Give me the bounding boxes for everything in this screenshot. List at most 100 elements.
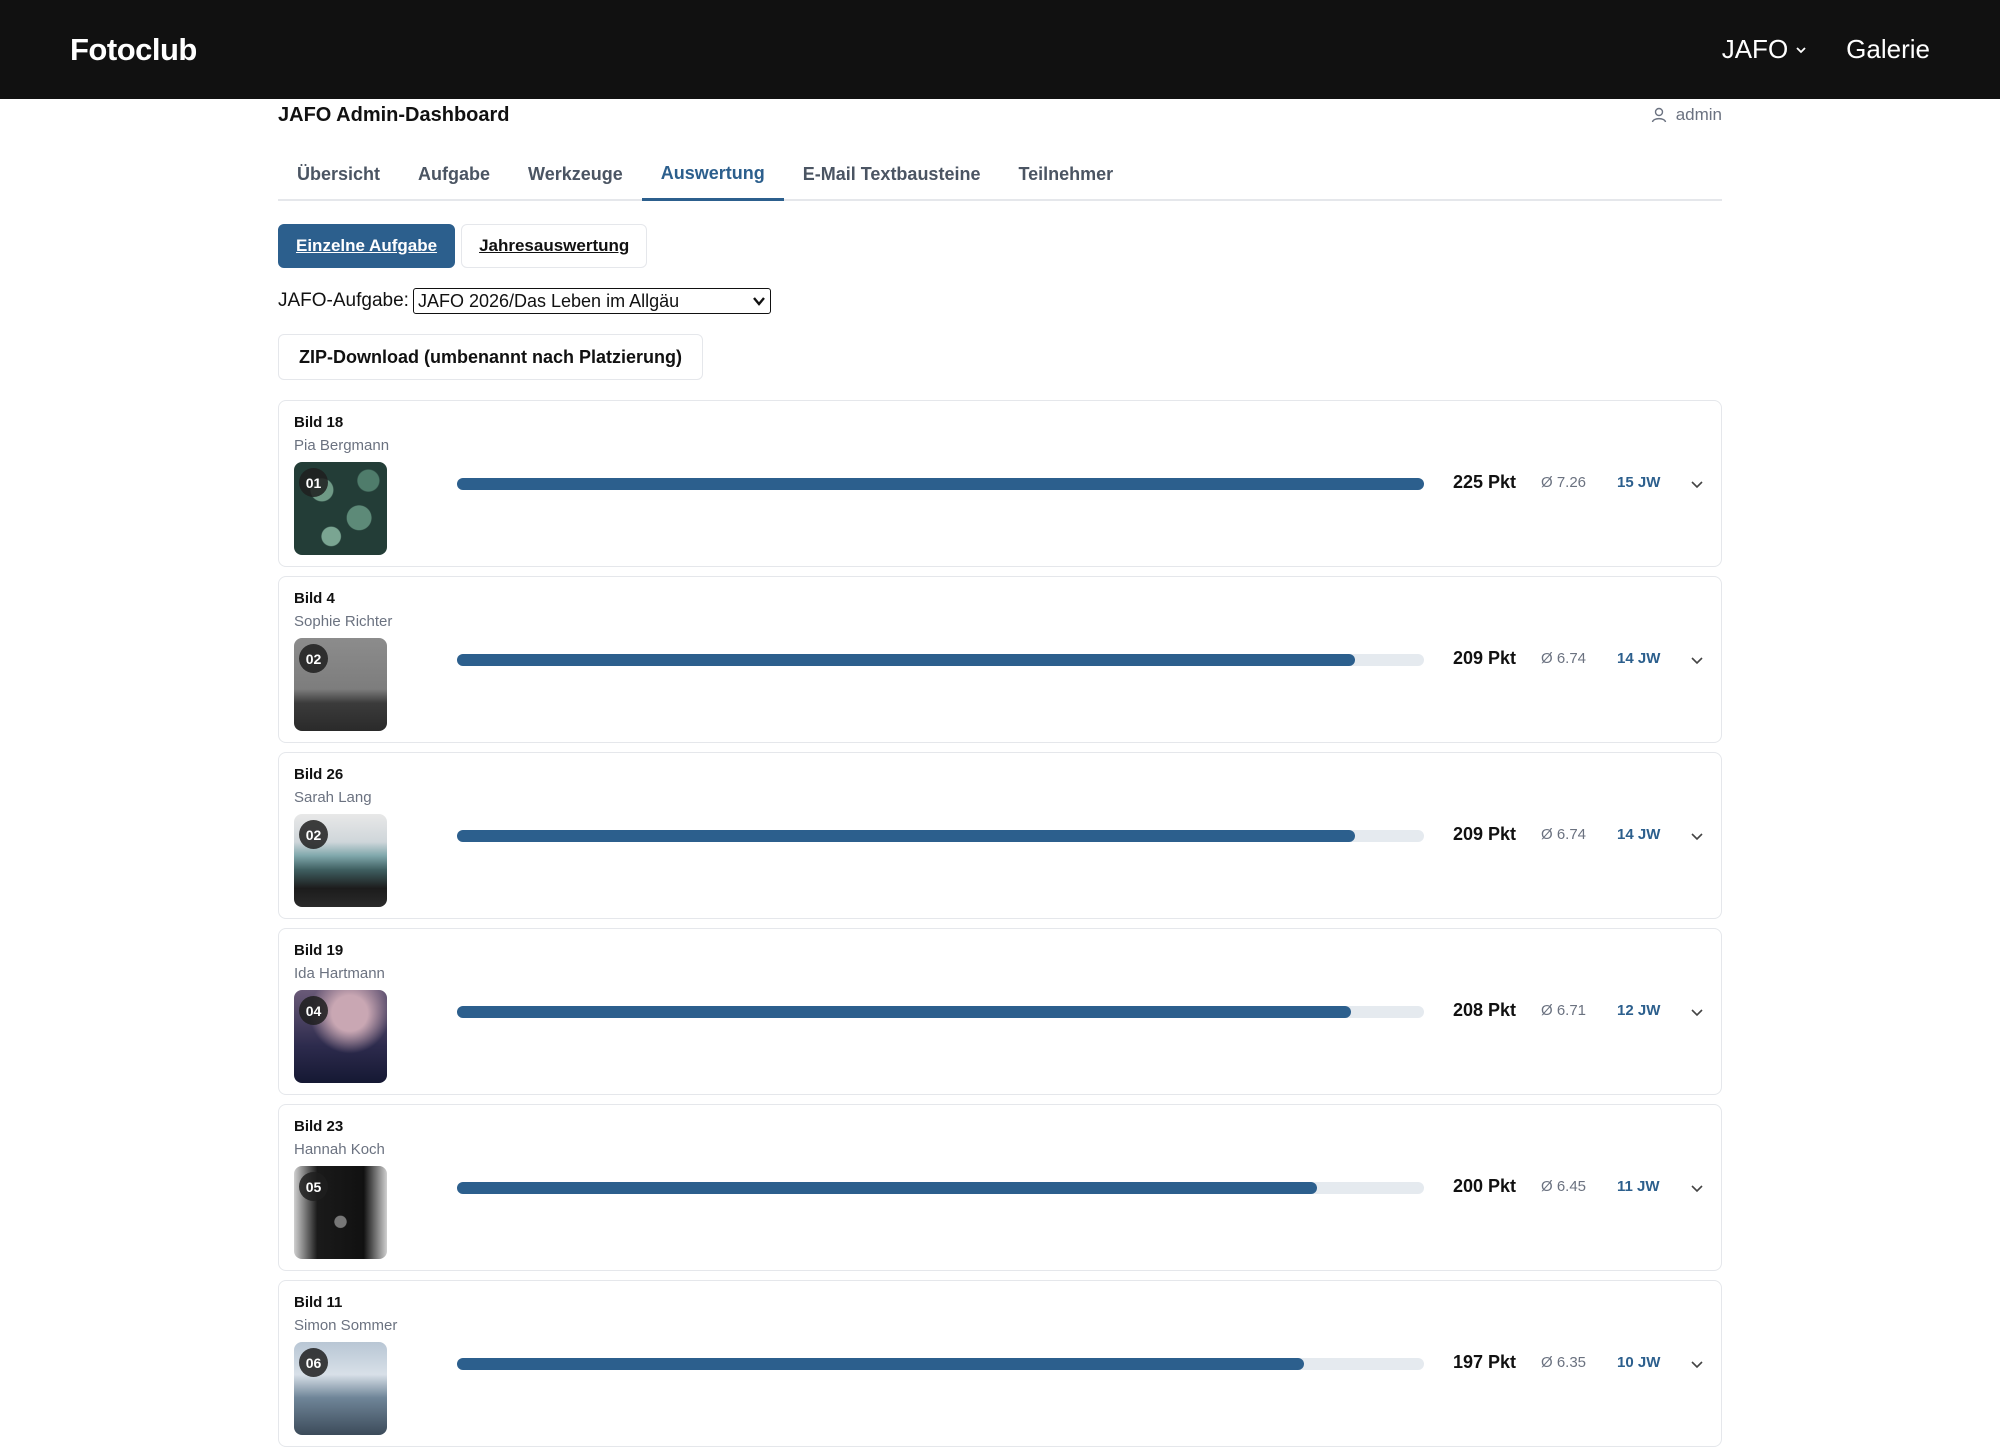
entry-author: Simon Sommer — [294, 1317, 398, 1334]
average-score: Ø 6.74 — [1541, 650, 1587, 667]
task-select-value: JAFO 2026/Das Leben im Allgäu — [417, 290, 680, 311]
average-score: Ø 6.74 — [1541, 826, 1587, 843]
jury-votes: 14 JW — [1617, 826, 1661, 843]
entry-title: Bild 19 — [294, 942, 344, 959]
jury-votes: 10 JW — [1617, 1354, 1661, 1371]
chevron-down-icon — [1691, 833, 1703, 841]
ranking-list: Bild 18 Pia Bergmann 01 225 Pkt Ø 7.26 1… — [278, 400, 1722, 1447]
photo-thumbnail[interactable]: 01 — [294, 462, 387, 555]
task-selector-row: JAFO-Aufgabe: JAFO 2026/Das Leben im All… — [278, 288, 1722, 314]
score-bar — [457, 1182, 1424, 1194]
entry-title: Bild 26 — [294, 766, 344, 783]
score-points: 208 Pkt — [1453, 1000, 1517, 1020]
chevron-down-icon — [753, 297, 765, 306]
score-bar-fill — [457, 478, 1424, 490]
jury-votes: 11 JW — [1617, 1178, 1660, 1195]
user-name: admin — [1675, 105, 1722, 124]
score-points: 225 Pkt — [1453, 472, 1517, 492]
score-points: 209 Pkt — [1453, 648, 1517, 668]
score-bar-fill — [457, 654, 1356, 666]
score-bar-fill — [457, 1182, 1317, 1194]
dashboard-tabs: Übersicht Aufgabe Werkzeuge Auswertung E… — [278, 149, 1722, 201]
score-bar — [457, 1006, 1424, 1018]
rank-badge: 04 — [299, 996, 328, 1025]
score-bar — [457, 478, 1424, 490]
ranking-entry: Bild 11 Simon Sommer 06 197 Pkt Ø 6.35 1… — [278, 1280, 1722, 1447]
ranking-entry: Bild 26 Sarah Lang 02 209 Pkt Ø 6.74 14 … — [278, 752, 1722, 919]
dashboard-header: JAFO Admin-Dashboard admin — [278, 101, 1722, 129]
nav-galerie[interactable]: Galerie — [1846, 34, 1930, 65]
average-score: Ø 7.26 — [1541, 474, 1587, 491]
main-content: JAFO Admin-Dashboard admin Übersicht Auf… — [278, 99, 1722, 1447]
chevron-down-icon — [1691, 657, 1703, 665]
tab-teilnehmer[interactable]: Teilnehmer — [999, 149, 1132, 199]
task-select[interactable]: JAFO 2026/Das Leben im Allgäu — [412, 288, 771, 314]
tab-uebersicht[interactable]: Übersicht — [278, 149, 399, 199]
expand-toggle[interactable] — [1685, 1000, 1709, 1024]
zip-download-button[interactable]: ZIP-Download (umbenannt nach Platzierung… — [278, 334, 704, 380]
expand-toggle[interactable] — [1685, 648, 1709, 672]
expand-toggle[interactable] — [1685, 1352, 1709, 1376]
user-indicator[interactable]: admin — [1650, 105, 1722, 125]
entry-author: Pia Bergmann — [294, 437, 390, 454]
expand-toggle[interactable] — [1685, 472, 1709, 496]
rank-badge: 06 — [299, 1348, 328, 1377]
rank-badge: 01 — [299, 468, 328, 497]
rank-badge: 02 — [299, 820, 328, 849]
average-score: Ø 6.35 — [1541, 1354, 1587, 1371]
entry-author: Sarah Lang — [294, 789, 372, 806]
photo-thumbnail[interactable]: 02 — [294, 638, 387, 731]
score-points: 209 Pkt — [1453, 824, 1517, 844]
score-bar — [457, 1358, 1424, 1370]
entry-author: Ida Hartmann — [294, 965, 385, 982]
entry-title: Bild 4 — [294, 590, 335, 607]
chevron-down-icon — [1691, 481, 1703, 489]
score-bar — [457, 830, 1424, 842]
jury-votes: 14 JW — [1617, 650, 1661, 667]
subtab-jahresauswertung[interactable]: Jahresauswertung — [461, 224, 648, 268]
rank-badge: 05 — [299, 1172, 328, 1201]
score-bar-fill — [457, 830, 1356, 842]
score-points: 197 Pkt — [1453, 1352, 1517, 1372]
photo-thumbnail[interactable]: 04 — [294, 990, 387, 1083]
average-score: Ø 6.71 — [1541, 1002, 1587, 1019]
tab-auswertung[interactable]: Auswertung — [641, 149, 784, 201]
entry-title: Bild 11 — [294, 1294, 343, 1311]
tab-werkzeuge[interactable]: Werkzeuge — [509, 149, 642, 199]
entry-author: Hannah Koch — [294, 1141, 385, 1158]
expand-toggle[interactable] — [1685, 1176, 1709, 1200]
jury-votes: 15 JW — [1617, 474, 1661, 491]
top-navbar: Fotoclub JAFO Galerie — [0, 0, 2000, 99]
chevron-down-icon — [1691, 1009, 1703, 1017]
ranking-entry: Bild 23 Hannah Koch 05 200 Pkt Ø 6.45 11… — [278, 1104, 1722, 1271]
nav-galerie-label: Galerie — [1846, 34, 1930, 64]
score-bar-fill — [457, 1358, 1305, 1370]
brand-logo[interactable]: Fotoclub — [70, 32, 197, 68]
chevron-down-icon — [1691, 1185, 1703, 1193]
page-title: JAFO Admin-Dashboard — [278, 103, 510, 126]
top-nav: JAFO Galerie — [1722, 34, 1930, 65]
photo-thumbnail[interactable]: 02 — [294, 814, 387, 907]
nav-jafo-label: JAFO — [1721, 34, 1789, 64]
score-points: 200 Pkt — [1453, 1176, 1517, 1196]
entry-title: Bild 18 — [294, 414, 344, 431]
photo-thumbnail[interactable]: 05 — [294, 1166, 387, 1259]
chevron-down-icon — [1796, 46, 1806, 53]
evaluation-subtabs: Einzelne Aufgabe Jahresauswertung — [278, 224, 1722, 268]
entry-title: Bild 23 — [294, 1118, 344, 1135]
tab-aufgabe[interactable]: Aufgabe — [399, 149, 509, 199]
score-bar — [457, 654, 1424, 666]
task-label: JAFO-Aufgabe: — [278, 290, 409, 311]
jury-votes: 12 JW — [1617, 1002, 1661, 1019]
score-bar-fill — [457, 1006, 1351, 1018]
entry-author: Sophie Richter — [294, 613, 393, 630]
subtab-einzelne-aufgabe[interactable]: Einzelne Aufgabe — [278, 224, 456, 268]
ranking-entry: Bild 18 Pia Bergmann 01 225 Pkt Ø 7.26 1… — [278, 400, 1722, 567]
average-score: Ø 6.45 — [1541, 1178, 1587, 1195]
user-icon — [1651, 107, 1666, 123]
ranking-entry: Bild 19 Ida Hartmann 04 208 Pkt Ø 6.71 1… — [278, 928, 1722, 1095]
tab-email-textbausteine[interactable]: E-Mail Textbausteine — [784, 149, 1000, 199]
chevron-down-icon — [1691, 1361, 1703, 1369]
nav-jafo-dropdown[interactable]: JAFO — [1722, 34, 1808, 65]
expand-toggle[interactable] — [1685, 824, 1709, 848]
